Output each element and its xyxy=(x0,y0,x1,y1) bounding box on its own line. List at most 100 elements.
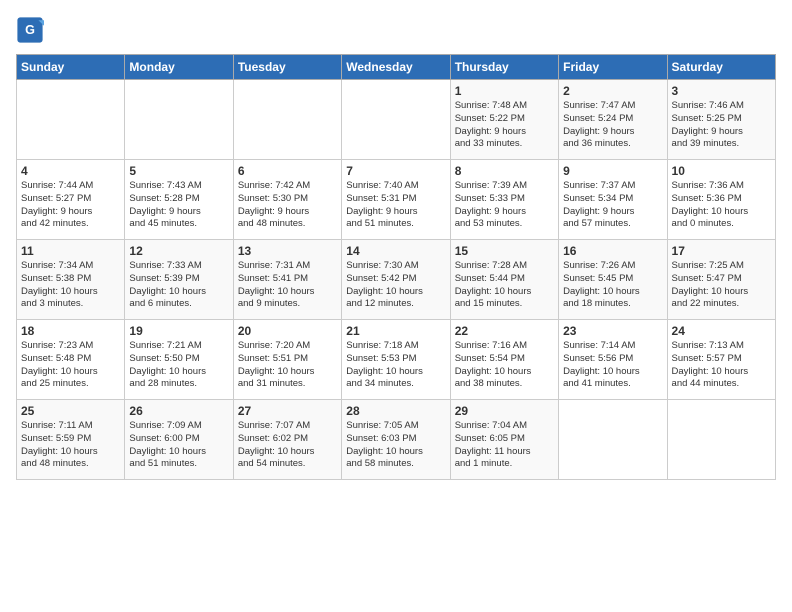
day-number: 2 xyxy=(563,84,662,98)
day-info: Sunrise: 7:40 AM Sunset: 5:31 PM Dayligh… xyxy=(346,180,445,231)
day-number: 13 xyxy=(238,244,337,258)
calendar-cell: 20 Sunrise: 7:20 AM Sunset: 5:51 PM Dayli… xyxy=(233,320,341,400)
day-info: Sunrise: 7:20 AM Sunset: 5:51 PM Dayligh… xyxy=(238,340,337,391)
day-info: Sunrise: 7:33 AM Sunset: 5:39 PM Dayligh… xyxy=(129,260,228,311)
day-number: 28 xyxy=(346,404,445,418)
calendar-cell: 18 Sunrise: 7:23 AM Sunset: 5:48 PM Dayli… xyxy=(17,320,125,400)
calendar-cell xyxy=(17,80,125,160)
svg-text:G: G xyxy=(25,23,35,37)
calendar-cell: 19 Sunrise: 7:21 AM Sunset: 5:50 PM Dayli… xyxy=(125,320,233,400)
calendar-cell: 6Sunrise: 7:42 AM Sunset: 5:30 PM Daylig… xyxy=(233,160,341,240)
calendar-cell: 9 Sunrise: 7:37 AM Sunset: 5:34 PM Daylig… xyxy=(559,160,667,240)
day-info: Sunrise: 7:44 AM Sunset: 5:27 PM Dayligh… xyxy=(21,180,120,231)
calendar-week-row: 18 Sunrise: 7:23 AM Sunset: 5:48 PM Dayli… xyxy=(17,320,776,400)
day-number: 4 xyxy=(21,164,120,178)
day-number: 22 xyxy=(455,324,554,338)
day-info: Sunrise: 7:05 AM Sunset: 6:03 PM Dayligh… xyxy=(346,420,445,471)
calendar-cell: 15 Sunrise: 7:28 AM Sunset: 5:44 PM Dayli… xyxy=(450,240,558,320)
day-number: 7 xyxy=(346,164,445,178)
weekday-header-saturday: Saturday xyxy=(667,55,775,80)
day-info: Sunrise: 7:48 AM Sunset: 5:22 PM Dayligh… xyxy=(455,100,554,151)
weekday-header-thursday: Thursday xyxy=(450,55,558,80)
calendar-week-row: 25Sunrise: 7:11 AM Sunset: 5:59 PM Dayli… xyxy=(17,400,776,480)
day-info: Sunrise: 7:09 AM Sunset: 6:00 PM Dayligh… xyxy=(129,420,228,471)
day-info: Sunrise: 7:28 AM Sunset: 5:44 PM Dayligh… xyxy=(455,260,554,311)
calendar-header-row: SundayMondayTuesdayWednesdayThursdayFrid… xyxy=(17,55,776,80)
calendar-cell: 2 Sunrise: 7:47 AM Sunset: 5:24 PM Daylig… xyxy=(559,80,667,160)
day-number: 6 xyxy=(238,164,337,178)
calendar-cell: 7 Sunrise: 7:40 AM Sunset: 5:31 PM Daylig… xyxy=(342,160,450,240)
day-number: 9 xyxy=(563,164,662,178)
calendar-cell: 3 Sunrise: 7:46 AM Sunset: 5:25 PM Daylig… xyxy=(667,80,775,160)
day-number: 29 xyxy=(455,404,554,418)
calendar-week-row: 4 Sunrise: 7:44 AM Sunset: 5:27 PM Daylig… xyxy=(17,160,776,240)
day-info: Sunrise: 7:31 AM Sunset: 5:41 PM Dayligh… xyxy=(238,260,337,311)
day-info: Sunrise: 7:25 AM Sunset: 5:47 PM Dayligh… xyxy=(672,260,771,311)
day-number: 21 xyxy=(346,324,445,338)
calendar-cell xyxy=(559,400,667,480)
day-number: 1 xyxy=(455,84,554,98)
day-info: Sunrise: 7:47 AM Sunset: 5:24 PM Dayligh… xyxy=(563,100,662,151)
calendar-cell: 21 Sunrise: 7:18 AM Sunset: 5:53 PM Dayli… xyxy=(342,320,450,400)
calendar-cell: 1 Sunrise: 7:48 AM Sunset: 5:22 PM Daylig… xyxy=(450,80,558,160)
calendar-cell: 14 Sunrise: 7:30 AM Sunset: 5:42 PM Dayli… xyxy=(342,240,450,320)
day-number: 16 xyxy=(563,244,662,258)
day-info: Sunrise: 7:23 AM Sunset: 5:48 PM Dayligh… xyxy=(21,340,120,391)
page-header: G xyxy=(16,16,776,44)
day-info: Sunrise: 7:21 AM Sunset: 5:50 PM Dayligh… xyxy=(129,340,228,391)
day-number: 3 xyxy=(672,84,771,98)
day-info: Sunrise: 7:14 AM Sunset: 5:56 PM Dayligh… xyxy=(563,340,662,391)
day-number: 10 xyxy=(672,164,771,178)
day-number: 15 xyxy=(455,244,554,258)
calendar-cell: 29Sunrise: 7:04 AM Sunset: 6:05 PM Dayli… xyxy=(450,400,558,480)
calendar-cell: 22 Sunrise: 7:16 AM Sunset: 5:54 PM Dayli… xyxy=(450,320,558,400)
calendar-cell: 8Sunrise: 7:39 AM Sunset: 5:33 PM Daylig… xyxy=(450,160,558,240)
calendar-cell: 25Sunrise: 7:11 AM Sunset: 5:59 PM Dayli… xyxy=(17,400,125,480)
weekday-header-tuesday: Tuesday xyxy=(233,55,341,80)
day-number: 20 xyxy=(238,324,337,338)
day-number: 23 xyxy=(563,324,662,338)
day-info: Sunrise: 7:13 AM Sunset: 5:57 PM Dayligh… xyxy=(672,340,771,391)
calendar-week-row: 1 Sunrise: 7:48 AM Sunset: 5:22 PM Daylig… xyxy=(17,80,776,160)
calendar-cell: 13 Sunrise: 7:31 AM Sunset: 5:41 PM Dayli… xyxy=(233,240,341,320)
calendar-cell: 23 Sunrise: 7:14 AM Sunset: 5:56 PM Dayli… xyxy=(559,320,667,400)
calendar-cell: 26 Sunrise: 7:09 AM Sunset: 6:00 PM Dayli… xyxy=(125,400,233,480)
day-info: Sunrise: 7:34 AM Sunset: 5:38 PM Dayligh… xyxy=(21,260,120,311)
day-number: 26 xyxy=(129,404,228,418)
calendar-week-row: 11 Sunrise: 7:34 AM Sunset: 5:38 PM Dayli… xyxy=(17,240,776,320)
day-number: 19 xyxy=(129,324,228,338)
day-info: Sunrise: 7:43 AM Sunset: 5:28 PM Dayligh… xyxy=(129,180,228,231)
calendar-table: SundayMondayTuesdayWednesdayThursdayFrid… xyxy=(16,54,776,480)
day-number: 24 xyxy=(672,324,771,338)
calendar-cell xyxy=(125,80,233,160)
day-info: Sunrise: 7:26 AM Sunset: 5:45 PM Dayligh… xyxy=(563,260,662,311)
day-number: 27 xyxy=(238,404,337,418)
calendar-cell: 27 Sunrise: 7:07 AM Sunset: 6:02 PM Dayli… xyxy=(233,400,341,480)
weekday-header-friday: Friday xyxy=(559,55,667,80)
day-number: 14 xyxy=(346,244,445,258)
day-number: 5 xyxy=(129,164,228,178)
day-number: 17 xyxy=(672,244,771,258)
calendar-cell: 16 Sunrise: 7:26 AM Sunset: 5:45 PM Dayli… xyxy=(559,240,667,320)
day-info: Sunrise: 7:16 AM Sunset: 5:54 PM Dayligh… xyxy=(455,340,554,391)
logo: G xyxy=(16,16,48,44)
weekday-header-wednesday: Wednesday xyxy=(342,55,450,80)
day-info: Sunrise: 7:39 AM Sunset: 5:33 PM Dayligh… xyxy=(455,180,554,231)
day-info: Sunrise: 7:46 AM Sunset: 5:25 PM Dayligh… xyxy=(672,100,771,151)
day-info: Sunrise: 7:30 AM Sunset: 5:42 PM Dayligh… xyxy=(346,260,445,311)
logo-icon: G xyxy=(16,16,44,44)
day-info: Sunrise: 7:18 AM Sunset: 5:53 PM Dayligh… xyxy=(346,340,445,391)
day-number: 12 xyxy=(129,244,228,258)
calendar-cell: 10Sunrise: 7:36 AM Sunset: 5:36 PM Dayli… xyxy=(667,160,775,240)
day-info: Sunrise: 7:11 AM Sunset: 5:59 PM Dayligh… xyxy=(21,420,120,471)
calendar-cell xyxy=(233,80,341,160)
day-info: Sunrise: 7:07 AM Sunset: 6:02 PM Dayligh… xyxy=(238,420,337,471)
calendar-cell: 28 Sunrise: 7:05 AM Sunset: 6:03 PM Dayli… xyxy=(342,400,450,480)
calendar-cell xyxy=(667,400,775,480)
calendar-cell: 24 Sunrise: 7:13 AM Sunset: 5:57 PM Dayli… xyxy=(667,320,775,400)
calendar-cell: 17 Sunrise: 7:25 AM Sunset: 5:47 PM Dayli… xyxy=(667,240,775,320)
day-number: 11 xyxy=(21,244,120,258)
weekday-header-sunday: Sunday xyxy=(17,55,125,80)
day-info: Sunrise: 7:37 AM Sunset: 5:34 PM Dayligh… xyxy=(563,180,662,231)
day-number: 18 xyxy=(21,324,120,338)
